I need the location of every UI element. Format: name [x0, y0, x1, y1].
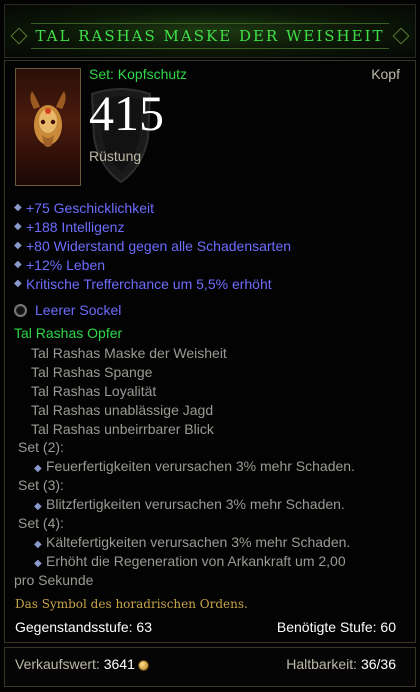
set-type-label: Set: Kopfschutz	[89, 66, 188, 82]
required-level-label: Benötigte Stufe:	[276, 619, 377, 635]
socket-label: Leerer Sockel	[35, 302, 122, 318]
sell-value: Verkaufswert: 3641	[15, 656, 149, 672]
item-level: Gegenstandsstufe: 63	[15, 619, 152, 635]
mask-icon	[30, 91, 66, 147]
affix-text: +12% Leben	[26, 256, 106, 273]
set-item: Tal Rashas Maske der Weisheit	[31, 345, 227, 361]
item-level-value: 63	[136, 619, 152, 635]
set-item: Tal Rashas Spange	[31, 364, 153, 380]
set-item: Tal Rashas Loyalität	[31, 383, 157, 399]
set-bonus-line: ◆ Erhöht die Regeneration von Arkankraft …	[34, 553, 346, 569]
set-bonus-line-continued: pro Sekunde	[14, 572, 94, 588]
item-level-label: Gegenstandsstufe:	[15, 619, 133, 635]
affix-text: Kritische Trefferchance um 5,5% erhöht	[26, 275, 272, 292]
header-title-bar: Tal Rashas Maske der Weisheit	[31, 23, 389, 49]
set-bonus-line: ◆ Kältefertigkeiten verursachen 3% mehr S…	[34, 534, 351, 550]
set-item: Tal Rashas unablässige Jagd	[31, 402, 214, 418]
affix-list: ◆ +75 Geschicklichkeit ◆ +188 Intelligenz …	[14, 198, 404, 293]
durability-label: Haltbarkeit:	[286, 656, 358, 672]
armor-label: Rüstung	[89, 148, 142, 164]
affix-row: ◆ +12% Leben	[14, 255, 404, 274]
flavor-text: Das Symbol des horadrischen Ordens.	[15, 597, 248, 611]
set-bonus-label: Set (2):	[18, 439, 64, 455]
item-icon-slot	[15, 68, 81, 186]
affix-row: ◆ +80 Widerstand gegen alle Schadensarten	[14, 236, 404, 255]
set-bonus-line: ◆ Blitzfertigkeiten verursachen 3% mehr S…	[34, 496, 345, 512]
sell-amount: 3641	[103, 656, 135, 672]
bullet-icon: ◆	[34, 501, 42, 512]
affix-text: +188 Intelligenz	[26, 218, 125, 235]
bullet-icon: ◆	[14, 240, 22, 251]
set-bonus-label: Set (4):	[18, 515, 64, 531]
set-item-list: Tal Rashas Maske der Weisheit Tal Rashas…	[31, 344, 227, 439]
bullet-icon: ◆	[14, 202, 22, 213]
gold-coin-icon	[137, 659, 149, 671]
affix-row: ◆ +75 Geschicklichkeit	[14, 198, 404, 217]
bullet-icon: ◆	[14, 221, 22, 232]
slot-label: Kopf	[371, 66, 400, 82]
set-bonus-label: Set (3):	[18, 477, 64, 493]
required-level-value: 60	[380, 619, 396, 635]
bullet-icon: ◆	[34, 463, 42, 474]
armor-value: 415	[89, 85, 164, 141]
header-corner-right	[392, 27, 410, 45]
item-title: Tal Rashas Maske der Weisheit	[35, 27, 385, 45]
bullet-icon: ◆	[34, 539, 42, 550]
socket-row: Leerer Sockel	[14, 302, 121, 318]
set-item: Tal Rashas unbeirrbarer Blick	[31, 421, 214, 437]
sell-label: Verkaufswert:	[15, 656, 100, 672]
affix-text: +75 Geschicklichkeit	[26, 199, 155, 216]
item-tooltip: Tal Rashas Maske der Weisheit Set: Kopfs…	[0, 0, 420, 692]
affix-text: +80 Widerstand gegen alle Schadensarten	[26, 237, 292, 254]
socket-icon	[14, 303, 27, 317]
bullet-icon: ◆	[14, 278, 22, 289]
affix-row: ◆ +188 Intelligenz	[14, 217, 404, 236]
affix-row: ◆ Kritische Trefferchance um 5,5% erhöht	[14, 274, 404, 293]
durability-value: 36/36	[360, 656, 396, 672]
required-level: Benötigte Stufe: 60	[277, 619, 396, 635]
durability: Haltbarkeit: 36/36	[286, 656, 396, 672]
set-name: Tal Rashas Opfer	[14, 325, 123, 341]
tooltip-header: Tal Rashas Maske der Weisheit	[4, 4, 416, 58]
header-corner-left	[10, 27, 28, 45]
bullet-icon: ◆	[34, 558, 42, 569]
bullet-icon: ◆	[14, 259, 22, 270]
set-bonus-line: ◆ Feuerfertigkeiten verursachen 3% mehr S…	[34, 458, 355, 474]
